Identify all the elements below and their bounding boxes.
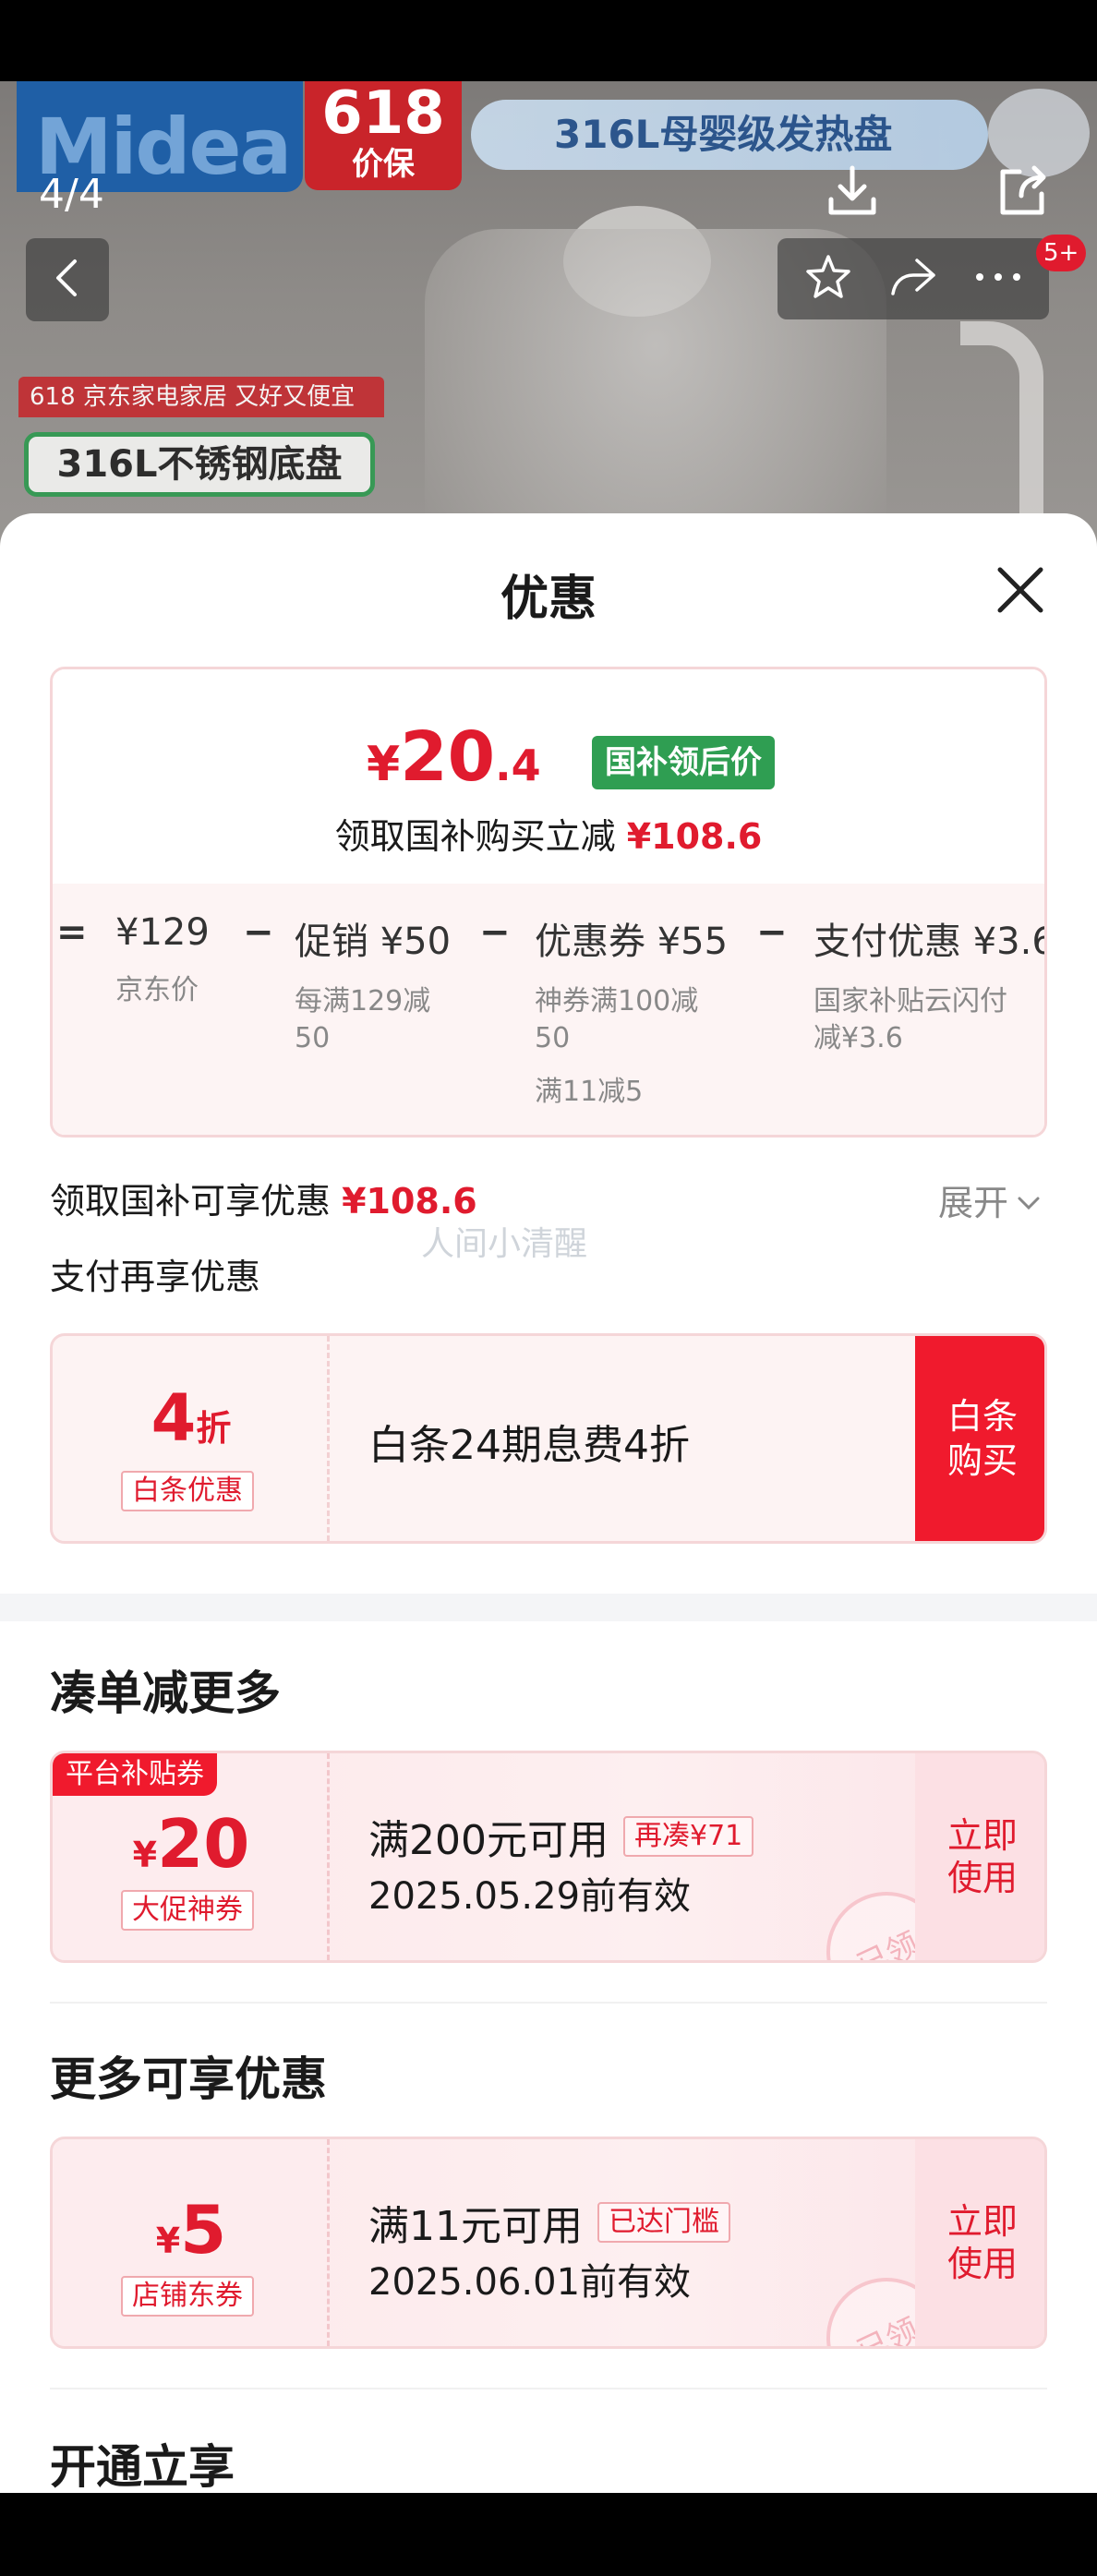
final-price: ¥20.4 xyxy=(367,717,541,797)
coupon-condition: 满200元可用 再凑¥71 xyxy=(368,1807,754,1866)
navigation-bar xyxy=(0,2493,1097,2576)
coupon-type-tag: 大促神券 xyxy=(121,1890,254,1931)
coupon-amount: ¥5 xyxy=(155,2191,227,2269)
feature-banner: 316L母婴级发热盘 xyxy=(471,100,988,170)
notification-badge: 5+ xyxy=(1036,235,1087,271)
watermark: 人间小清醒 xyxy=(421,1225,588,1263)
close-icon xyxy=(995,564,1046,620)
coupon-threshold-tag: 已达门槛 xyxy=(597,2202,730,2243)
promo-strip: 618 京东家电家居 又好又便宜 xyxy=(18,377,384,417)
coupon-amount: ¥20 xyxy=(132,1805,250,1883)
pay-discount-label: 支付再享优惠 xyxy=(50,1257,261,1297)
back-button[interactable] xyxy=(26,238,109,321)
minus-sign: − xyxy=(756,911,788,954)
coupon-expiry: 2025.06.01前有效 xyxy=(368,2261,692,2304)
breakdown-promotion: 促销 ¥50 每满129减 50 xyxy=(295,921,452,1054)
section-title-open: 开通立享 xyxy=(50,2440,235,2493)
close-button[interactable] xyxy=(988,560,1053,624)
badge-618-text: 价保 xyxy=(352,146,415,183)
share-icon[interactable] xyxy=(990,159,1055,223)
baitiao-tag: 白条优惠 xyxy=(121,1471,254,1511)
image-counter: 4/4 xyxy=(39,171,104,218)
breakdown-payment: 支付优惠 ¥3.6 国家补贴云闪付 减¥3.6 xyxy=(814,921,1047,1054)
minus-sign: − xyxy=(479,911,511,954)
sheet-title: 优惠 xyxy=(500,572,597,627)
steel-tag: 316L不锈钢底盘 xyxy=(24,432,375,497)
minus-sign: − xyxy=(243,911,274,954)
chevron-down-icon xyxy=(1016,1180,1042,1221)
coupon-remaining-tag: 再凑¥71 xyxy=(622,1816,754,1857)
baitiao-description: 白条24期息费4折 xyxy=(368,1422,690,1469)
section-title-extra: 更多可享优惠 xyxy=(50,2052,327,2106)
product-image-viewer[interactable]: Midea 618 价保 316L母婴级发热盘 618 京东家电家居 又好又便宜… xyxy=(0,81,1097,561)
baitiao-discount: 4折 xyxy=(151,1380,232,1456)
price-protect-badge: 618 价保 xyxy=(305,81,462,190)
status-bar xyxy=(0,0,1097,81)
use-now-button[interactable]: 立即使用 xyxy=(915,1753,1044,1960)
price-breakdown: = ¥129 京东价 − 促销 ¥50 每满129减 50 − 优惠券 ¥55 … xyxy=(53,911,1047,1124)
discount-sheet: 优惠 ¥20.4 国补领后价 领取国补购买立减 ¥108.6 = ¥129 京东… xyxy=(0,513,1097,2493)
baitiao-card: 4折 白条优惠 白条24期息费4折 白条购买 xyxy=(50,1333,1047,1544)
badge-618-number: 618 xyxy=(321,81,445,148)
divider xyxy=(50,2388,1047,2389)
price-summary-card: ¥20.4 国补领后价 领取国补购买立减 ¥108.6 = ¥129 京东价 −… xyxy=(50,667,1047,1138)
action-toolbar xyxy=(778,238,1049,319)
divider xyxy=(50,2002,1047,2004)
equals-sign: = xyxy=(56,911,88,954)
forward-icon[interactable] xyxy=(886,251,941,307)
expand-button[interactable]: 展开 xyxy=(938,1174,1042,1225)
coupon-expiry: 2025.05.29前有效 xyxy=(368,1875,692,1918)
download-icon[interactable] xyxy=(820,159,885,223)
platform-coupon: 平台补贴券 ¥20 大促神券 满200元可用 再凑¥71 2025.05.29前有… xyxy=(50,1751,1047,1963)
coupon-type-tag: 店铺东券 xyxy=(121,2276,254,2317)
section-divider xyxy=(0,1594,1097,1621)
shop-coupon: ¥5 店铺东券 满11元可用 已达门槛 2025.06.01前有效 已领 立即使用 xyxy=(50,2137,1047,2349)
platform-subsidy-tag: 平台补贴券 xyxy=(53,1753,217,1796)
summary-subtitle: 领取国补购买立减 ¥108.6 xyxy=(334,816,763,857)
use-now-button[interactable]: 立即使用 xyxy=(915,2139,1044,2346)
breakdown-coupon: 优惠券 ¥55 神券满100减 50 满11减5 xyxy=(535,921,729,1108)
more-icon[interactable] xyxy=(972,268,1024,290)
gov-subsidy-tag: 国补领后价 xyxy=(592,736,775,789)
gov-discount-row: 领取国补可享优惠 ¥108.6 xyxy=(50,1181,477,1222)
back-icon xyxy=(51,258,84,302)
coupon-condition: 满11元可用 已达门槛 xyxy=(368,2193,730,2252)
baitiao-buy-button[interactable]: 白条购买 xyxy=(915,1336,1044,1541)
breakdown-jd-price: ¥129 京东价 xyxy=(115,911,210,1006)
star-icon[interactable] xyxy=(802,251,854,307)
section-title-more: 凑单减更多 xyxy=(50,1667,281,1720)
